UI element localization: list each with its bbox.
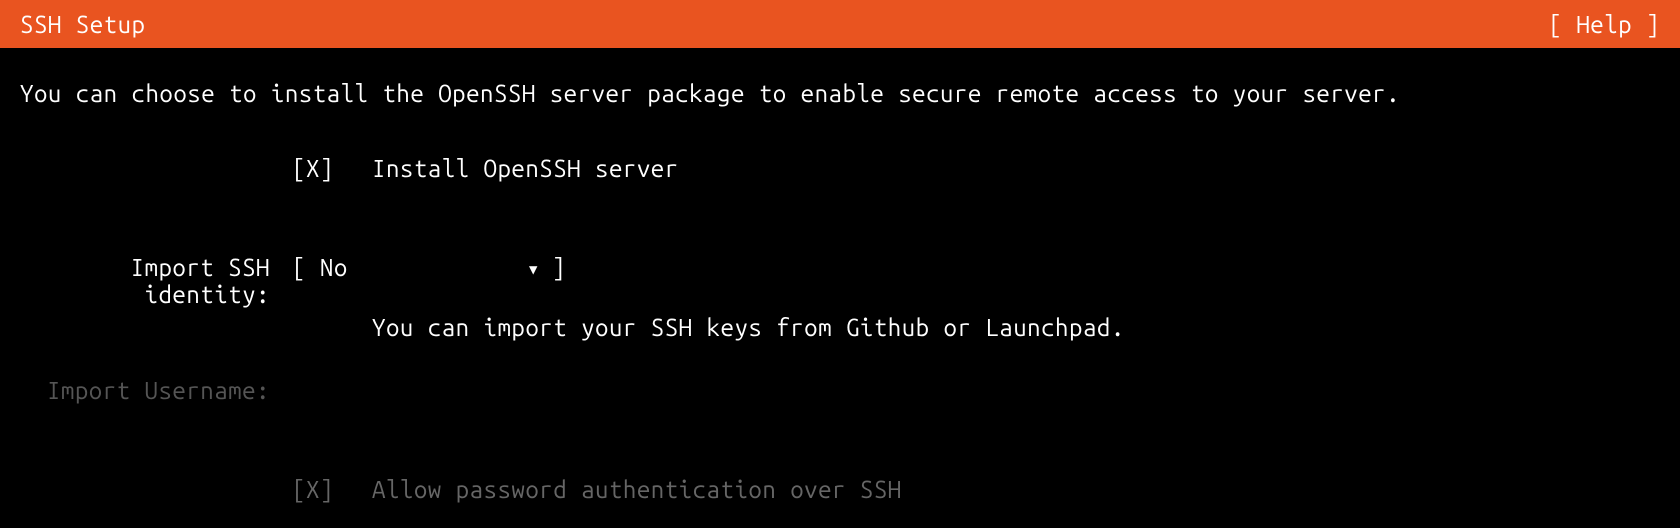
import-help-text: You can import your SSH keys from Github… [372, 314, 1660, 341]
allow-password-checkbox: [X] [292, 476, 372, 503]
help-button[interactable]: [ Help ] [1548, 11, 1660, 38]
install-openssh-label: Install OpenSSH server [372, 155, 1660, 182]
page-title: SSH Setup [20, 11, 145, 38]
description-text: You can choose to install the OpenSSH se… [20, 80, 1660, 107]
allow-password-label: Allow password authentication over SSH [372, 476, 1660, 503]
import-help-row: You can import your SSH keys from Github… [20, 314, 1660, 341]
import-identity-row: Import SSH identity: [ No ▼ ] [20, 254, 1660, 308]
chevron-down-icon: ▼ [529, 261, 538, 278]
import-username-label: Import Username: [20, 377, 280, 404]
allow-password-row: [X] Allow password authentication over S… [20, 476, 1660, 503]
import-username-row: Import Username: [20, 377, 1660, 404]
main-content: You can choose to install the OpenSSH se… [0, 48, 1680, 503]
import-identity-select[interactable]: [ No ▼ ] [292, 254, 566, 281]
header-bar: SSH Setup [ Help ] [0, 0, 1680, 48]
install-openssh-checkbox[interactable]: [X] [292, 155, 372, 182]
import-identity-value: No [320, 254, 348, 281]
import-identity-label: Import SSH identity: [20, 254, 280, 308]
install-openssh-row: [X] Install OpenSSH server [20, 155, 1660, 182]
